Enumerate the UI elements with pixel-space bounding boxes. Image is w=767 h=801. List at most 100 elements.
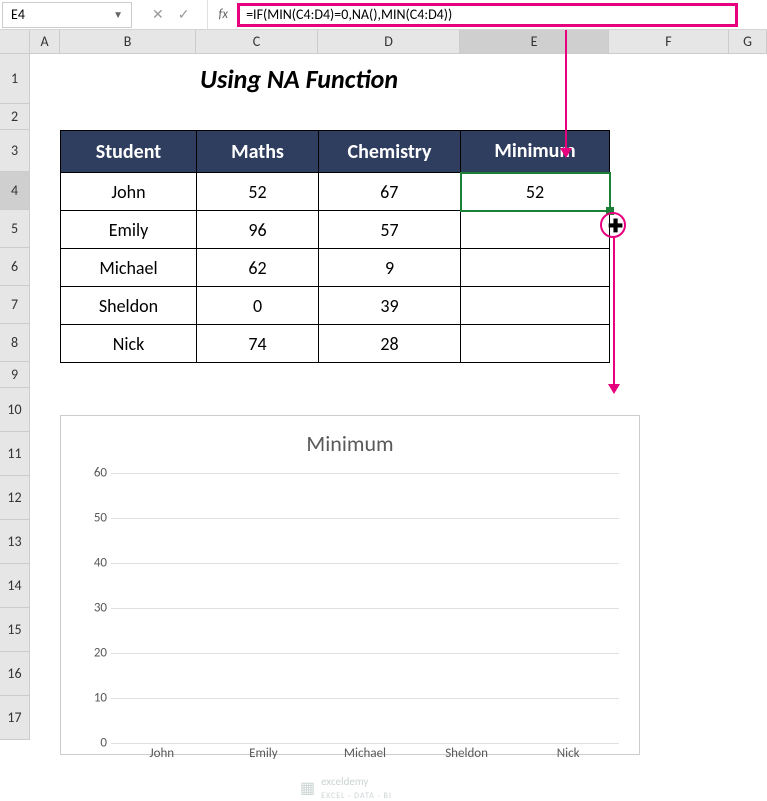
annotation-arrow-icon	[565, 30, 567, 148]
y-tick: 20	[94, 646, 107, 661]
cell-maths[interactable]: 52	[197, 173, 319, 211]
column-headers: A B C D E F G	[0, 30, 767, 54]
header-maths[interactable]: Maths	[197, 131, 319, 173]
watermark-tag: EXCEL · DATA · BI	[321, 791, 392, 801]
spreadsheet-grid[interactable]: A B C D E F G 1 2 3 4 5 6 7 8 9 10 11 12…	[0, 30, 767, 54]
cell-chem[interactable]: 39	[319, 287, 461, 325]
gridline	[111, 563, 619, 564]
gridline	[111, 473, 619, 474]
header-student[interactable]: Student	[61, 131, 197, 173]
x-tick: Emily	[213, 746, 315, 761]
row-header-16[interactable]: 16	[0, 652, 30, 696]
row-header-8[interactable]: 8	[0, 324, 30, 362]
col-header-G[interactable]: G	[729, 30, 767, 53]
fill-cursor-annotation: ✚	[600, 212, 626, 238]
gridline	[111, 743, 619, 744]
sheet-content: Using NA Function Student Maths Chemistr…	[30, 54, 767, 363]
row-headers: 1 2 3 4 5 6 7 8 9 10 11 12 13 14 15 16 1…	[0, 54, 30, 740]
header-chemistry[interactable]: Chemistry	[319, 131, 461, 173]
page-title: Using NA Function	[30, 54, 767, 104]
fx-icon[interactable]: fx	[207, 0, 238, 29]
plus-icon: ✚	[608, 215, 623, 237]
cancel-icon[interactable]: ✕	[152, 6, 164, 23]
x-tick: Nick	[517, 746, 619, 761]
select-all-corner[interactable]	[0, 30, 30, 53]
cell-student[interactable]: John	[61, 173, 197, 211]
watermark: ▦ exceldemy EXCEL · DATA · BI	[300, 775, 392, 801]
row-header-12[interactable]: 12	[0, 476, 30, 520]
cell-minimum[interactable]	[461, 325, 610, 363]
gridline	[111, 518, 619, 519]
row-header-15[interactable]: 15	[0, 608, 30, 652]
col-header-A[interactable]: A	[30, 30, 60, 53]
formula-bar: E4 ▼ ✕ ✓ fx =IF(MIN(C4:D4)=0,NA(),MIN(C4…	[0, 0, 767, 30]
gridline	[111, 608, 619, 609]
cell-minimum[interactable]	[461, 287, 610, 325]
row-header-11[interactable]: 11	[0, 432, 30, 476]
cell-chem[interactable]: 67	[319, 173, 461, 211]
formula-bar-icons: ✕ ✓	[134, 6, 207, 23]
col-header-E[interactable]: E	[460, 30, 609, 53]
table-row: Michael 62 9	[61, 249, 610, 287]
chart-container[interactable]: Minimum 60 50 40 30 20 10 0 John Emily M…	[60, 415, 640, 755]
row-header-5[interactable]: 5	[0, 210, 30, 248]
cell-student[interactable]: Michael	[61, 249, 197, 287]
formula-input[interactable]: =IF(MIN(C4:D4)=0,NA(),MIN(C4:D4))	[238, 4, 737, 26]
y-tick: 40	[94, 555, 107, 570]
row-header-4[interactable]: 4	[0, 172, 30, 210]
row-header-10[interactable]: 10	[0, 388, 30, 432]
col-header-F[interactable]: F	[609, 30, 729, 53]
y-tick: 0	[100, 736, 107, 751]
table-row: John 52 67 52	[61, 173, 610, 211]
x-tick: Sheldon	[416, 746, 518, 761]
cell-maths[interactable]: 74	[197, 325, 319, 363]
cell-minimum[interactable]	[461, 211, 610, 249]
cell-student[interactable]: Sheldon	[61, 287, 197, 325]
cell-student[interactable]: Nick	[61, 325, 197, 363]
table-header-row: Student Maths Chemistry Minimum	[61, 131, 610, 173]
x-tick: John	[111, 746, 213, 761]
cell-minimum-active[interactable]: 52	[461, 173, 610, 211]
table-row: Sheldon 0 39	[61, 287, 610, 325]
row-header-9[interactable]: 9	[0, 362, 30, 388]
chevron-down-icon[interactable]: ▼	[113, 8, 123, 21]
y-tick: 50	[94, 511, 107, 526]
cell-maths[interactable]: 62	[197, 249, 319, 287]
cell-chem[interactable]: 28	[319, 325, 461, 363]
x-tick: Michael	[314, 746, 416, 761]
row-header-17[interactable]: 17	[0, 696, 30, 740]
watermark-brand: exceldemy	[321, 775, 368, 788]
annotation-arrow-icon	[613, 238, 615, 384]
gridline	[111, 698, 619, 699]
header-minimum[interactable]: Minimum	[461, 131, 610, 173]
y-tick: 30	[94, 601, 107, 616]
row-header-3[interactable]: 3	[0, 130, 30, 172]
enter-icon[interactable]: ✓	[178, 6, 190, 23]
data-table: Student Maths Chemistry Minimum John 52 …	[60, 130, 611, 363]
gridline	[111, 653, 619, 654]
chart-plot-area: 60 50 40 30 20 10 0 John Emily Michael S…	[111, 473, 619, 743]
row-header-2[interactable]: 2	[0, 104, 30, 130]
formula-text: =IF(MIN(C4:D4)=0,NA(),MIN(C4:D4))	[246, 6, 452, 23]
row-header-1[interactable]: 1	[0, 54, 30, 104]
name-box[interactable]: E4 ▼	[2, 2, 132, 28]
cell-chem[interactable]: 57	[319, 211, 461, 249]
col-header-D[interactable]: D	[318, 30, 460, 53]
col-header-C[interactable]: C	[196, 30, 318, 53]
chart-x-axis: John Emily Michael Sheldon Nick	[111, 746, 619, 761]
excel-icon: ▦	[300, 778, 315, 798]
cell-maths[interactable]: 96	[197, 211, 319, 249]
row-header-7[interactable]: 7	[0, 286, 30, 324]
col-header-B[interactable]: B	[60, 30, 196, 53]
row-header-13[interactable]: 13	[0, 520, 30, 564]
row-header-6[interactable]: 6	[0, 248, 30, 286]
cell-chem[interactable]: 9	[319, 249, 461, 287]
cell-student[interactable]: Emily	[61, 211, 197, 249]
table-row: Emily 96 57	[61, 211, 610, 249]
chart-title: Minimum	[61, 416, 639, 465]
cell-value: 52	[526, 181, 544, 203]
chart-y-axis: 60 50 40 30 20 10 0	[73, 473, 107, 743]
row-header-14[interactable]: 14	[0, 564, 30, 608]
cell-minimum[interactable]	[461, 249, 610, 287]
cell-maths[interactable]: 0	[197, 287, 319, 325]
